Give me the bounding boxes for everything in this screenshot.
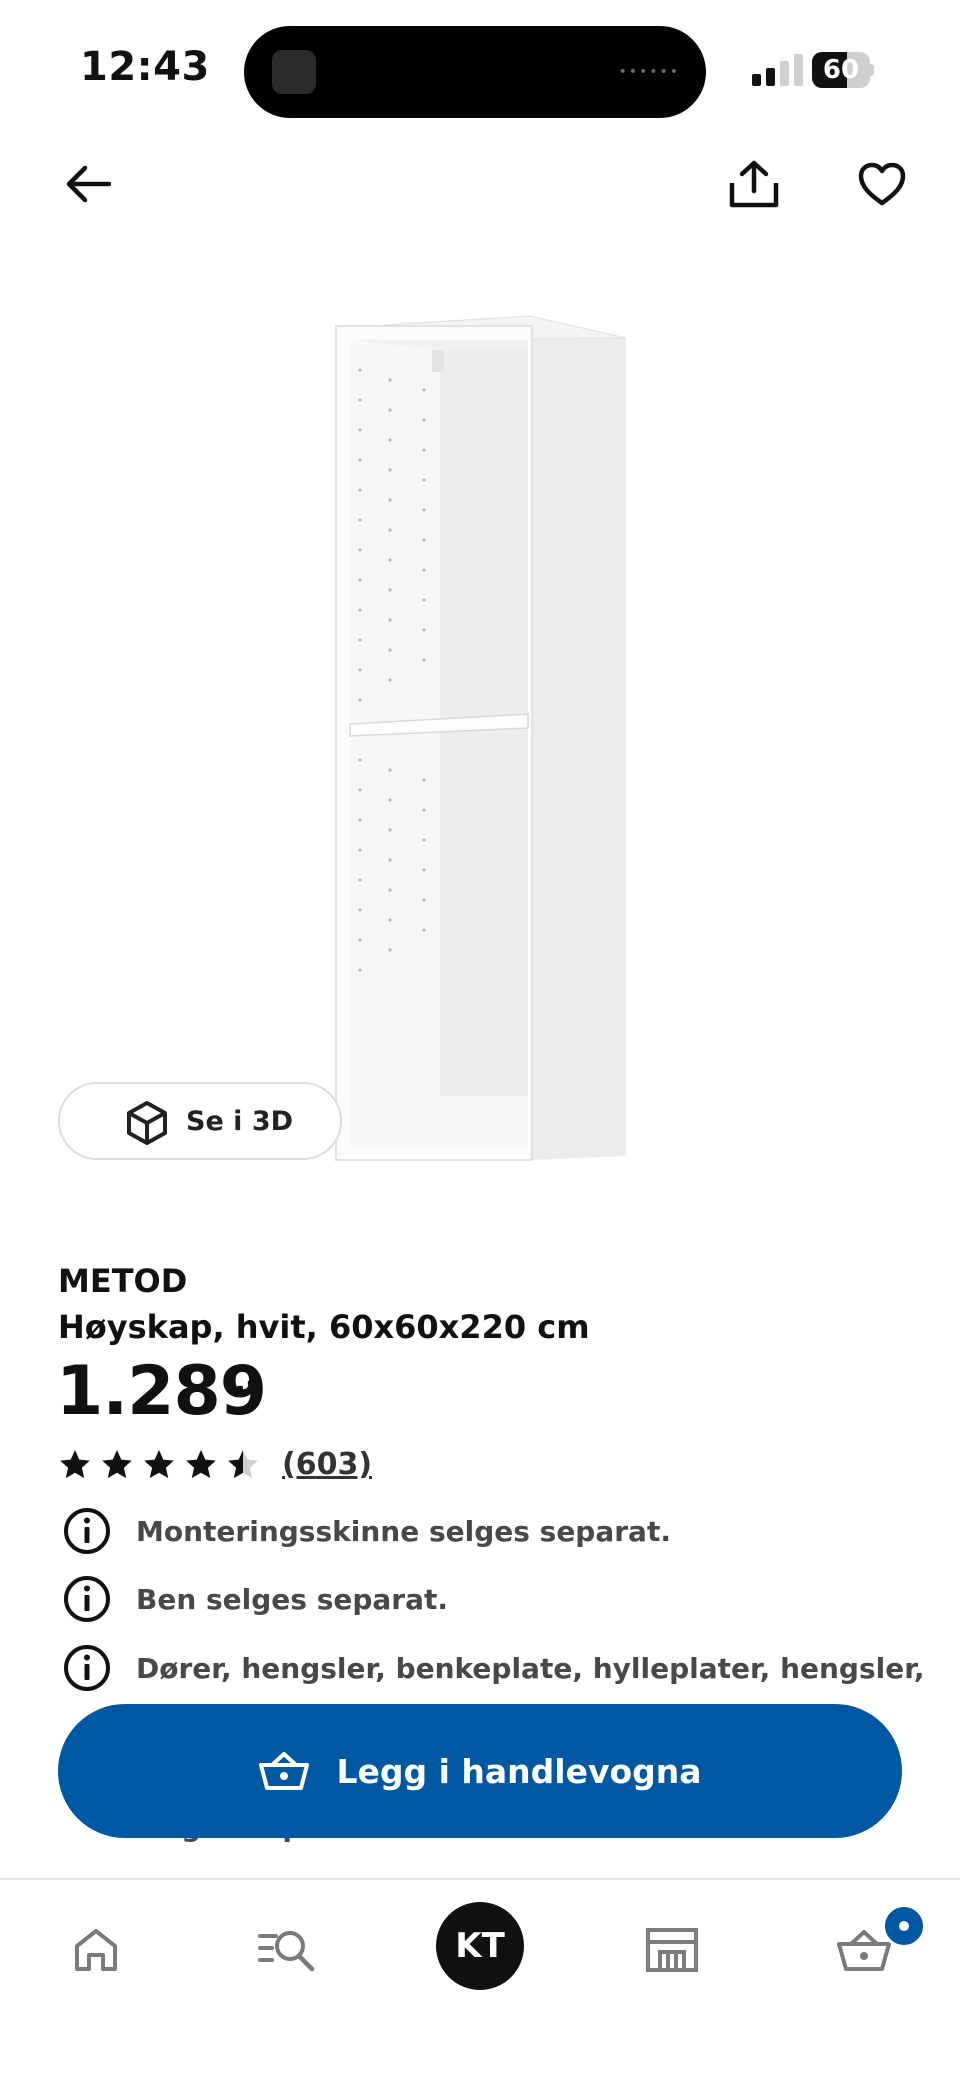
dynamic-island: •••••• (244, 26, 706, 118)
nav-search[interactable] (248, 1910, 328, 1990)
island-dots: •••••• (618, 64, 680, 80)
now-playing-thumbnail (272, 50, 316, 94)
star-full-icon (144, 1450, 174, 1478)
arrow-left-icon (66, 165, 111, 203)
status-time: 12:43 (80, 44, 210, 90)
info-icon (64, 1645, 110, 1691)
back-button[interactable] (52, 148, 124, 220)
search-list-icon (258, 1931, 315, 1972)
share-icon (729, 160, 779, 208)
heart-icon (858, 162, 906, 206)
info-icon (64, 1508, 110, 1554)
star-full-icon (60, 1450, 90, 1478)
product-description: Høyskap, hvit, 60x60x220 cm (58, 1308, 590, 1346)
notice-row: Monteringsskinne selges separat. (62, 1504, 922, 1558)
notice-text: Dører, hengsler, benkeplate, hylleplater… (136, 1651, 925, 1685)
notice-row: Dører, hengsler, benkeplate, hylleplater… (62, 1641, 925, 1695)
store-icon (646, 1928, 698, 1972)
review-count-link[interactable]: (603) (282, 1447, 372, 1482)
add-to-cart-label: Legg i handlevogna (336, 1751, 702, 1791)
battery-indicator: 60 (812, 52, 874, 88)
price-suffix: ,– (234, 1362, 263, 1400)
product-image (335, 315, 627, 1161)
product-rating[interactable]: (603) (58, 1444, 372, 1484)
cellular-signal-icon (752, 54, 803, 86)
nav-store[interactable] (632, 1910, 712, 1990)
product-brand: METOD (58, 1262, 188, 1300)
shopping-basket-icon (259, 1752, 310, 1790)
view-in-3d-label: Se i 3D (186, 1105, 294, 1137)
rating-stars (58, 1448, 260, 1480)
info-icon (64, 1576, 110, 1622)
share-button[interactable] (718, 148, 790, 220)
notice-row: Ben selges separat. (62, 1572, 922, 1626)
notice-text: Ben selges separat. (136, 1582, 449, 1616)
bottom-navigation: KT (0, 1878, 960, 2081)
nav-home[interactable] (56, 1910, 136, 1990)
view-in-3d-button[interactable]: Se i 3D (58, 1082, 342, 1160)
home-icon (75, 1929, 117, 1971)
star-half-icon (228, 1450, 258, 1478)
profile-avatar[interactable]: KT (436, 1902, 524, 1990)
favorite-button[interactable] (846, 148, 918, 220)
add-to-cart-button[interactable]: Legg i handlevogna (58, 1704, 902, 1838)
cube-3d-icon (127, 1101, 167, 1145)
star-full-icon (186, 1450, 216, 1478)
star-full-icon (102, 1450, 132, 1478)
battery-level: 60 (822, 55, 860, 85)
notice-text: Monteringsskinne selges separat. (136, 1514, 671, 1548)
cart-badge (882, 1904, 926, 1948)
